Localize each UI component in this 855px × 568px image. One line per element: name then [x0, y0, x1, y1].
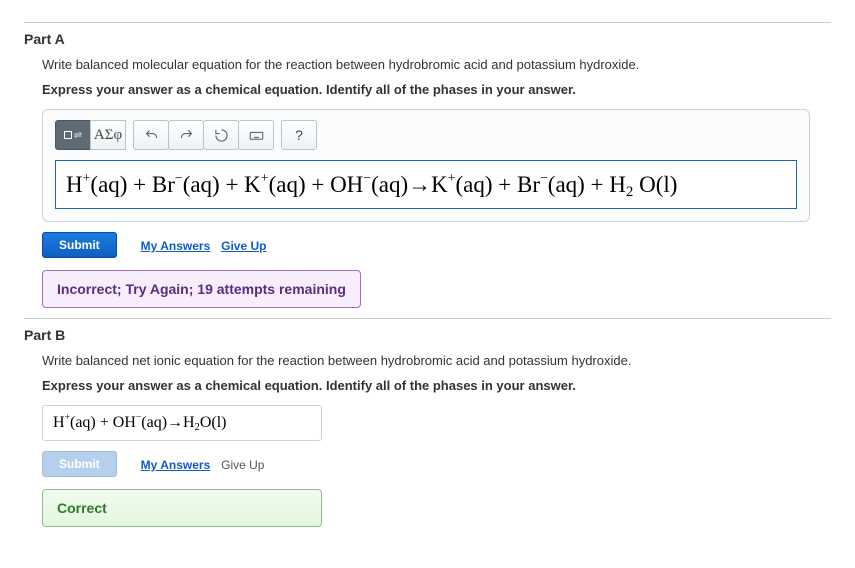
part-b-prompt: Write balanced net ionic equation for th… [42, 353, 831, 368]
part-a-title: Part A [24, 31, 831, 47]
redo-button[interactable] [168, 120, 204, 150]
submit-button: Submit [42, 451, 117, 477]
my-answers-link[interactable]: My Answers [141, 458, 211, 472]
part-a-prompt: Write balanced molecular equation for th… [42, 57, 831, 72]
greek-label: ΑΣφ [94, 127, 122, 144]
part-a-answer-panel: ⇌ ΑΣφ ? H+(aq) + Br−(aq) [42, 109, 810, 222]
help-button[interactable]: ? [281, 120, 317, 150]
redo-icon [179, 128, 194, 143]
keyboard-icon [249, 128, 264, 143]
part-a-actions: Submit My Answers Give Up [42, 232, 831, 258]
part-b-title: Part B [24, 327, 831, 343]
part-a-equation-input[interactable]: H+(aq) + Br−(aq) + K+(aq) + OH−(aq)→K+(a… [55, 160, 797, 209]
greek-button[interactable]: ΑΣφ [90, 120, 126, 150]
divider [24, 22, 831, 23]
part-b-feedback: Correct [42, 489, 322, 527]
my-answers-link[interactable]: My Answers [141, 239, 211, 253]
part-b-equation-display: H+(aq) + OH−(aq)→H2O(l) [42, 405, 322, 441]
submit-button[interactable]: Submit [42, 232, 117, 258]
part-b-instruction: Express your answer as a chemical equati… [42, 378, 831, 393]
template-icon: ⇌ [64, 130, 82, 141]
help-label: ? [295, 127, 303, 143]
give-up-link: Give Up [221, 458, 264, 472]
undo-icon [144, 128, 159, 143]
part-a-feedback: Incorrect; Try Again; 19 attempts remain… [42, 270, 361, 308]
equation-toolbar: ⇌ ΑΣφ ? [43, 110, 809, 158]
reset-button[interactable] [203, 120, 239, 150]
part-b-actions: Submit My Answers Give Up [42, 451, 831, 477]
undo-button[interactable] [133, 120, 169, 150]
give-up-link[interactable]: Give Up [221, 239, 266, 253]
part-a-instruction: Express your answer as a chemical equati… [42, 82, 831, 97]
keyboard-button[interactable] [238, 120, 274, 150]
template-button[interactable]: ⇌ [55, 120, 91, 150]
divider [24, 318, 831, 319]
reset-icon [214, 128, 229, 143]
